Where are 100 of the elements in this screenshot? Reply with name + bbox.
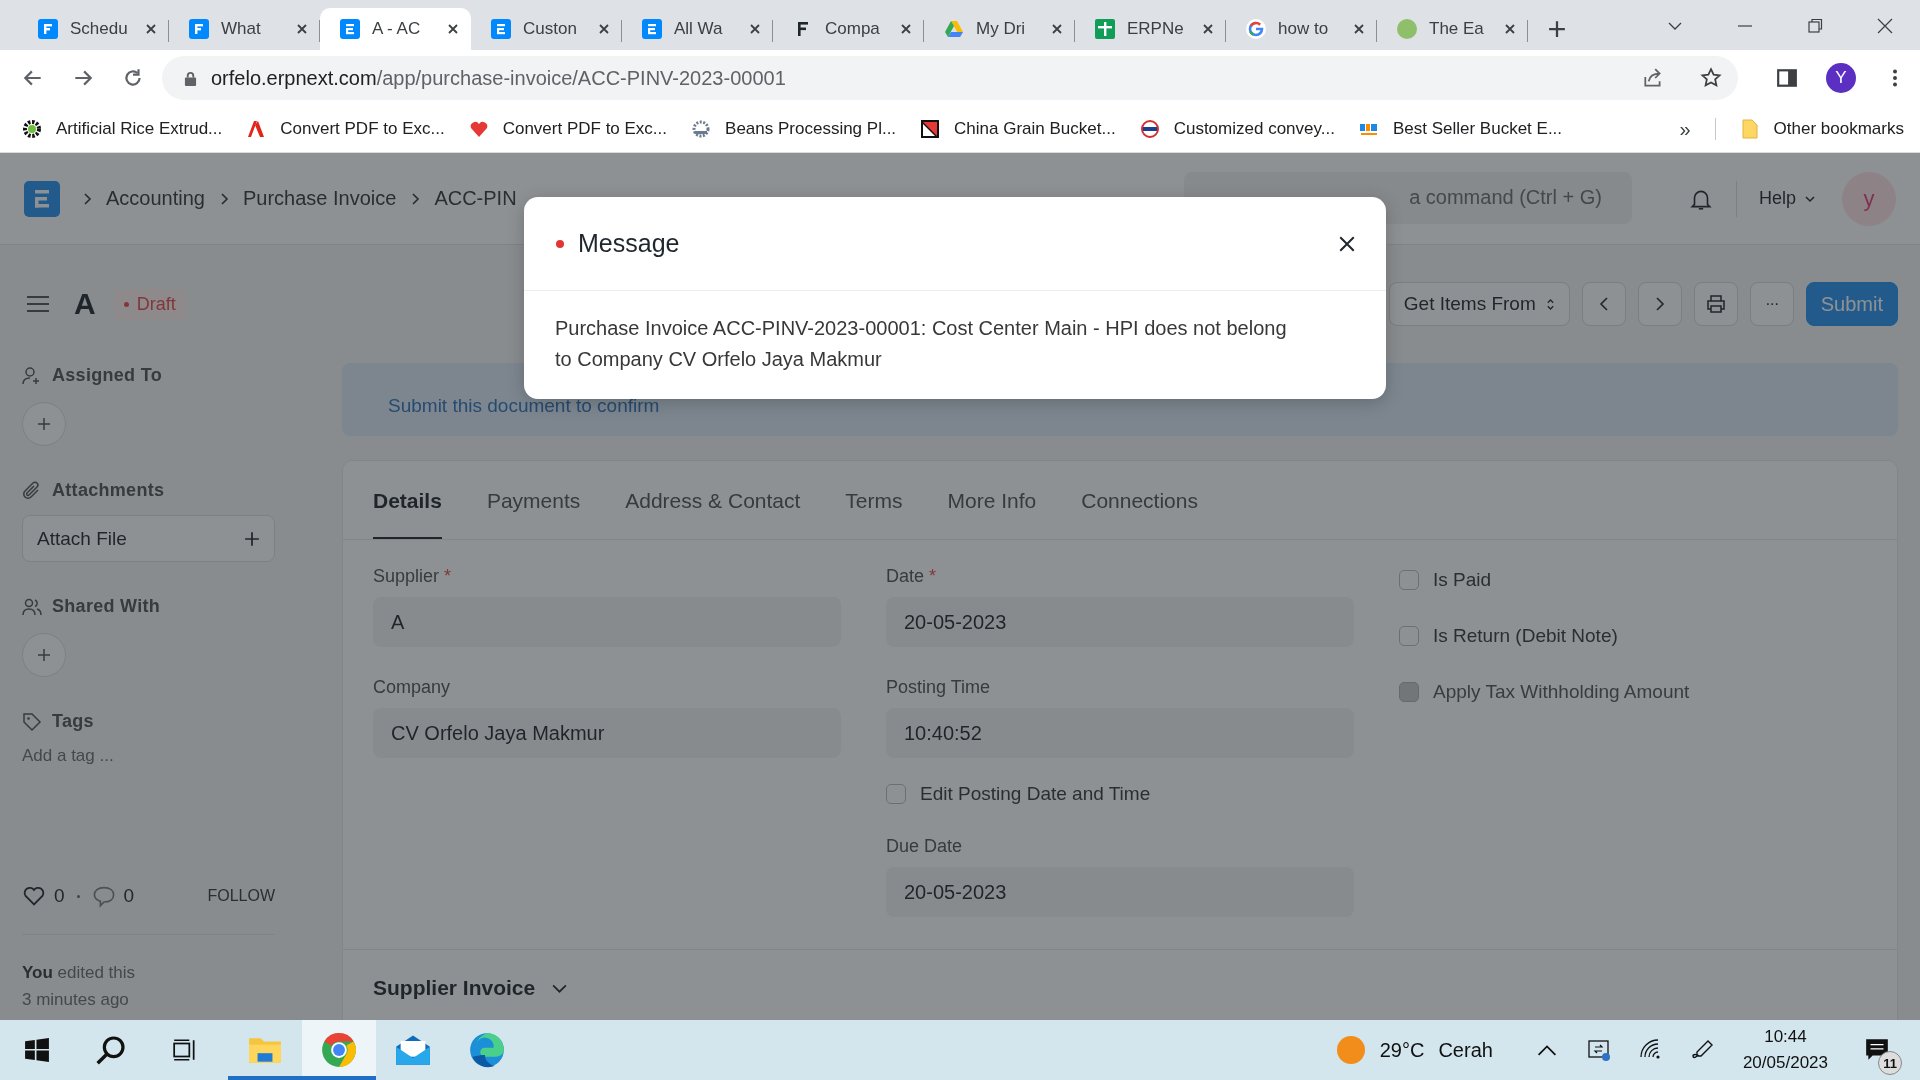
browser-tab[interactable]: Custon [471,8,622,50]
input-field[interactable]: 20-05-2023 [886,597,1354,647]
bookmark[interactable]: Convert PDF to Exc... [468,119,668,139]
form-tab[interactable]: Details [373,461,442,539]
bookmark[interactable]: Best Seller Bucket E... [1358,119,1563,139]
breadcrumb-link[interactable]: Accounting [106,187,205,210]
form-tab[interactable]: Payments [486,461,581,539]
tab-title: Custon [523,19,578,39]
plus-icon [244,530,260,547]
attach-file-button[interactable]: Attach File [22,515,275,562]
chrome-icon [321,1032,357,1068]
folder-icon [248,1035,282,1065]
address-bar[interactable]: orfelo.erpnext.com/app/purchase-invoice/ACC-PINV-2023-00001 [162,56,1738,100]
browser-tab[interactable]: My Dri [924,8,1075,50]
bookmark[interactable]: Customized convey... [1139,119,1335,139]
plus-icon[interactable] [1548,20,1566,38]
input-field[interactable]: 10:40:52 [886,708,1354,758]
notification-button[interactable]: 11 [1852,1025,1902,1075]
browser-icon [469,1032,505,1068]
close-icon[interactable] [1877,18,1893,34]
close-icon[interactable] [1051,23,1063,35]
close-icon[interactable] [900,23,912,35]
lock-icon [184,70,197,86]
required-mark: * [444,566,452,587]
add-button[interactable] [22,633,66,677]
dialog-title: Message [578,229,680,258]
app-logo-icon [38,19,58,39]
reload-icon[interactable] [122,67,144,89]
sync-icon[interactable] [1586,1038,1611,1062]
close-icon[interactable] [296,23,308,35]
mail-icon [395,1034,431,1066]
get-items-button[interactable]: Get Items From [1388,282,1570,326]
tab-title: A - AC [372,19,422,39]
close-icon[interactable] [1202,23,1214,35]
profile-avatar[interactable]: Y [1826,63,1856,93]
print-button[interactable] [1693,282,1738,326]
section-title[interactable]: Supplier Invoice [373,976,536,1000]
input-field[interactable]: CV Orfelo Jaya Makmur [373,708,841,758]
clock[interactable]: 10:44 20/05/2023 [1742,1024,1828,1076]
close-icon[interactable] [749,23,761,35]
form-tab[interactable]: More Info [947,461,1037,539]
follow-link[interactable]: FOLLOW [207,887,275,905]
bookmark-label: Customized convey... [1173,119,1335,139]
browser-tab[interactable]: A - AC [320,8,471,50]
browser-tab[interactable]: All Wa [622,8,773,50]
add-button[interactable] [22,402,66,446]
circle-icon [1397,19,1417,39]
restore-icon[interactable] [1807,18,1823,34]
form-tab[interactable]: Connections [1081,461,1198,539]
checkbox[interactable] [1399,570,1419,590]
close-icon[interactable] [447,23,459,35]
weather-text[interactable]: Cerah [1438,1038,1493,1062]
close-icon[interactable] [145,23,157,35]
side-panel-icon[interactable] [1776,67,1798,89]
bookmark[interactable]: Artificial Rice Extrud... [22,119,223,139]
input-field[interactable]: 20-05-2023 [886,867,1354,917]
gear-icon [691,119,712,139]
close-icon[interactable] [1353,23,1365,35]
more-button[interactable]: ··· [1749,282,1794,326]
app-logo-icon [491,19,511,39]
url-text: orfelo.erpnext.com/app/purchase-invoice/ACC-PINV-2023-00001 [211,66,786,90]
browser-tab[interactable]: Schedu [18,8,169,50]
heart-icon[interactable] [22,884,46,908]
bookmark-label: Convert PDF to Exc... [280,119,445,139]
field-label: Supplier [373,566,440,587]
field-label: Date [886,566,925,587]
browser-tab[interactable]: Compa [773,8,924,50]
status-dot-icon [556,239,564,248]
site-icon [1139,119,1160,139]
more-bookmarks[interactable]: » [1679,117,1691,141]
temperature-text[interactable]: 29°C [1379,1038,1425,1062]
browser-tab[interactable]: ERPNe [1075,8,1226,50]
checkbox[interactable] [1399,626,1419,646]
bookmark-label: Beans Processing Pl... [725,119,897,139]
form-tab[interactable]: Terms [845,461,903,539]
tab-title: The Ea [1429,19,1485,39]
checkbox[interactable] [886,784,906,804]
bookmark[interactable]: Beans Processing Pl... [691,119,897,139]
help-dropdown[interactable]: Help [1758,188,1816,209]
input-field[interactable]: A [373,597,841,647]
star-icon[interactable] [1700,67,1722,89]
chevron-right-icon [1653,296,1666,312]
dialog-message: Purchase Invoice ACC-PINV-2023-00001: Cost Center Main - HPI does not belong to Company CV Orfelo Jaya Makmur [554,316,1288,372]
browser-tab[interactable]: how to [1226,8,1377,50]
close-icon[interactable] [1504,23,1516,35]
browser-tab[interactable]: The Ea [1377,8,1528,50]
bookmark-folder[interactable]: Other bookmarks [1739,119,1904,139]
close-icon[interactable] [1338,234,1356,253]
breadcrumb-link[interactable]: ACC-PIN [434,187,517,210]
share-icon[interactable] [1642,67,1664,89]
tab-title: What [221,19,262,39]
browser-tab[interactable]: What [169,8,320,50]
bookmark[interactable]: Convert PDF to Exc... [246,119,445,139]
tab-title: how to [1278,19,1330,39]
chevron-down-icon[interactable] [551,982,569,994]
close-icon[interactable] [598,23,610,35]
bookmark[interactable]: China Grain Bucket... [920,119,1116,139]
tab-title: My Dri [976,19,1027,39]
breadcrumb-link[interactable]: Purchase Invoice [242,187,397,210]
form-tab[interactable]: Address & Contact [625,461,801,539]
